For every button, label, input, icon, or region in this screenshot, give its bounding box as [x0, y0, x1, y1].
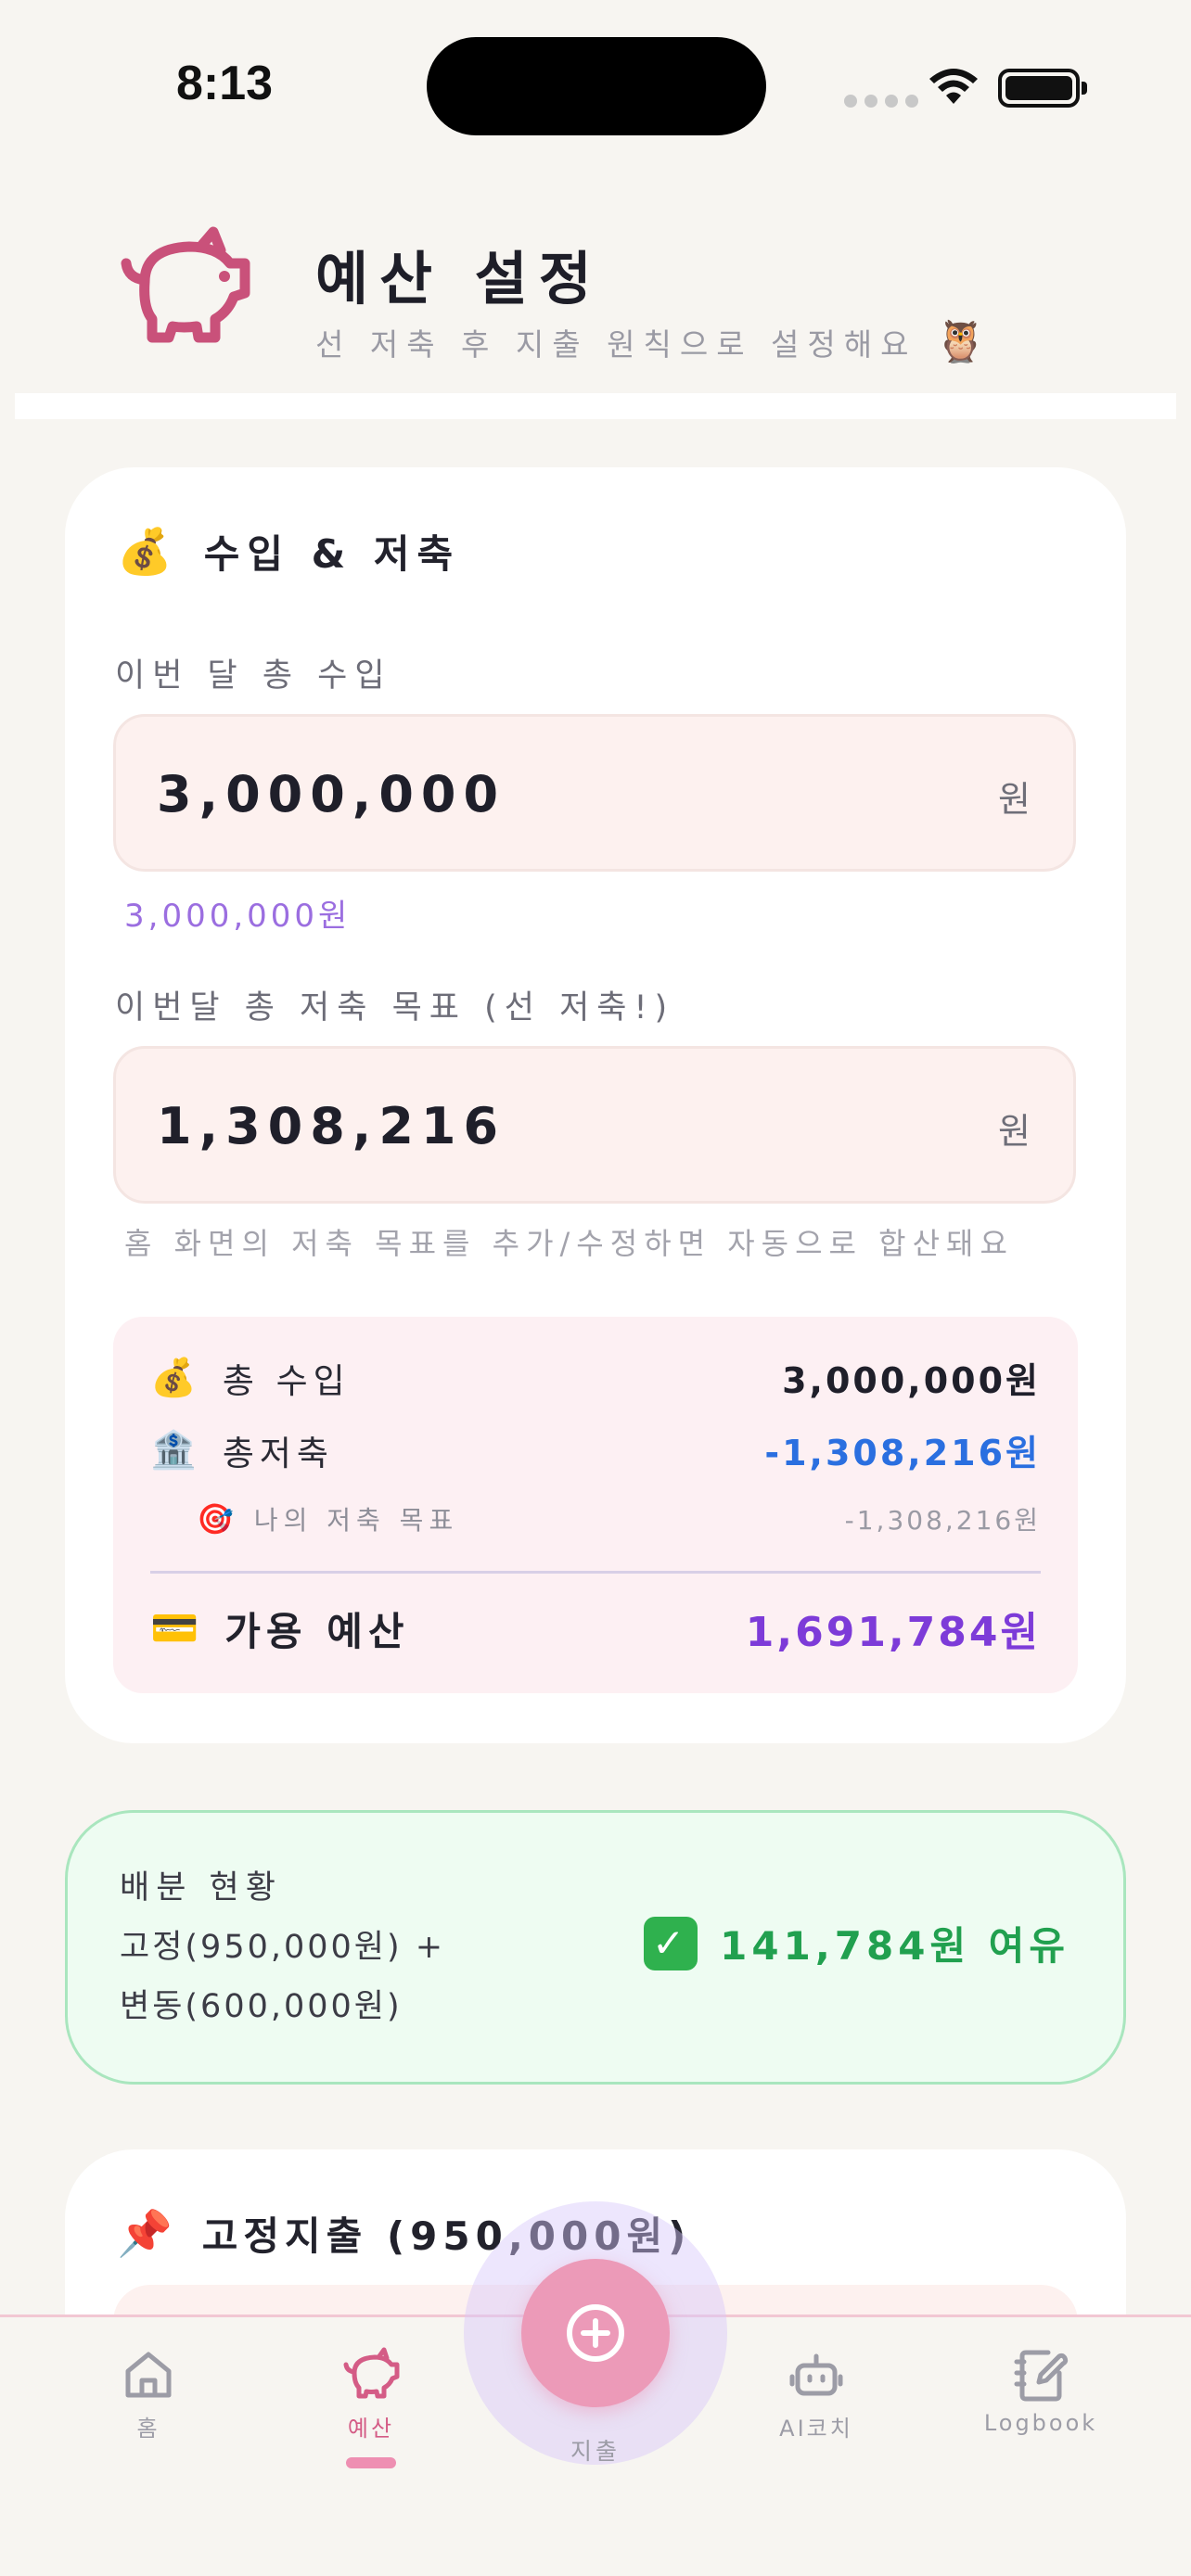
savings-input-value[interactable]: 1,308,216	[157, 1097, 506, 1155]
page-title: 예산 설정	[315, 245, 603, 312]
check-mark-icon: ✓	[644, 1916, 698, 1970]
target-icon: 🎯	[197, 1501, 239, 1537]
status-time: 8:13	[176, 57, 274, 110]
allocation-variable-line: 변동(600,000원)	[120, 1988, 403, 2025]
income-input-unit: 원	[998, 779, 1031, 820]
piggy-bank-icon	[343, 2347, 400, 2399]
summary-goal-row: 🎯 나의 저축 목표 -1,308,216원	[150, 1500, 1041, 1537]
savings-hint: 홈 화면의 저축 목표를 추가/수정하면 자동으로 합산돼요	[124, 1226, 1014, 1261]
summary-income-value: 3,000,000원	[782, 1360, 1041, 1401]
summary-goal-value: -1,308,216원	[844, 1505, 1041, 1536]
savings-input-unit: 원	[998, 1111, 1031, 1152]
allocation-status-text: 141,784원 여유	[720, 1923, 1069, 1969]
tab-home-label: 홈	[136, 2416, 160, 2442]
income-formatted-hint: 3,000,000원	[124, 898, 352, 935]
add-expense-button[interactable]	[521, 2259, 670, 2407]
summary-available-row: 💳 가용 예산 1,691,784원	[150, 1599, 1041, 1658]
cellular-signal-icon	[844, 95, 918, 108]
tab-budget[interactable]: 예산	[288, 2345, 455, 2468]
allocation-fixed-line: 고정(950,000원) +	[120, 1929, 446, 1966]
tab-ai-coach[interactable]: AI코치	[733, 2345, 900, 2442]
robot-icon	[789, 2353, 843, 2396]
tab-logbook[interactable]: Logbook	[957, 2345, 1124, 2436]
summary-available-label: 가용 예산	[224, 1608, 410, 1654]
summary-savings-value: -1,308,216원	[764, 1433, 1041, 1473]
home-icon	[125, 2352, 172, 2398]
summary-available-value: 1,691,784원	[745, 1609, 1041, 1656]
battery-icon	[998, 69, 1087, 108]
status-bar: 8:13	[0, 0, 1191, 176]
piggy-bank-icon	[121, 226, 250, 343]
money-bag-icon: 💰	[150, 1357, 202, 1399]
summary-goal-label: 나의 저축 목표	[253, 1505, 459, 1536]
dynamic-island	[427, 37, 766, 135]
summary-savings-row: 🏦 총저축 -1,308,216원	[150, 1424, 1041, 1475]
plus-circle-icon	[567, 2304, 624, 2362]
allocation-title: 배분 현황	[120, 1869, 282, 1906]
tab-ai-coach-label: AI코치	[779, 2416, 853, 2442]
bank-icon: 🏦	[150, 1429, 202, 1472]
owl-icon: 🦉	[935, 318, 986, 365]
tab-home[interactable]: 홈	[65, 2345, 232, 2442]
tab-budget-label: 예산	[347, 2416, 395, 2442]
section-title-text: 수입 & 저축	[203, 531, 461, 577]
header-divider	[15, 393, 1176, 419]
tab-logbook-label: Logbook	[983, 2410, 1098, 2436]
savings-label: 이번달 총 저축 목표 (선 저축!)	[115, 989, 675, 1027]
budget-summary: 💰 총 수입 3,000,000원 🏦 총저축 -1,308,216원 🎯 나의 저축…	[113, 1317, 1078, 1693]
summary-income-label: 총 수입	[222, 1360, 351, 1401]
income-savings-card: 💰 수입 & 저축 이번 달 총 수입 3,000,000 원 3,000,00…	[65, 467, 1126, 1743]
tab-expense-label: 지출	[570, 2438, 621, 2465]
active-tab-indicator	[346, 2457, 396, 2468]
income-savings-title: 💰 수입 & 저축	[117, 523, 460, 580]
notebook-pen-icon	[1014, 2350, 1069, 2402]
page-subtitle: 선 저축 후 지출 원칙으로 설정해요 🦉	[315, 318, 986, 365]
wifi-icon	[929, 69, 978, 104]
pushpin-icon: 📌	[117, 2208, 178, 2260]
savings-input[interactable]: 1,308,216 원	[113, 1046, 1076, 1204]
page-header: 예산 설정 선 저축 후 지출 원칙으로 설정해요 🦉	[15, 176, 1176, 399]
money-bag-icon: 💰	[117, 526, 180, 578]
summary-divider	[150, 1571, 1041, 1574]
summary-savings-label: 총저축	[222, 1433, 334, 1473]
income-label: 이번 달 총 수입	[115, 657, 392, 695]
income-input[interactable]: 3,000,000 원	[113, 714, 1076, 872]
income-input-value[interactable]: 3,000,000	[157, 765, 506, 823]
summary-income-row: 💰 총 수입 3,000,000원	[150, 1352, 1041, 1403]
allocation-status: ✓ 141,784원 여유	[644, 1915, 1069, 1971]
allocation-status-card: 배분 현황 고정(950,000원) + 변동(600,000원) ✓ 141,…	[65, 1810, 1126, 2085]
credit-card-icon: 💳	[150, 1605, 205, 1651]
